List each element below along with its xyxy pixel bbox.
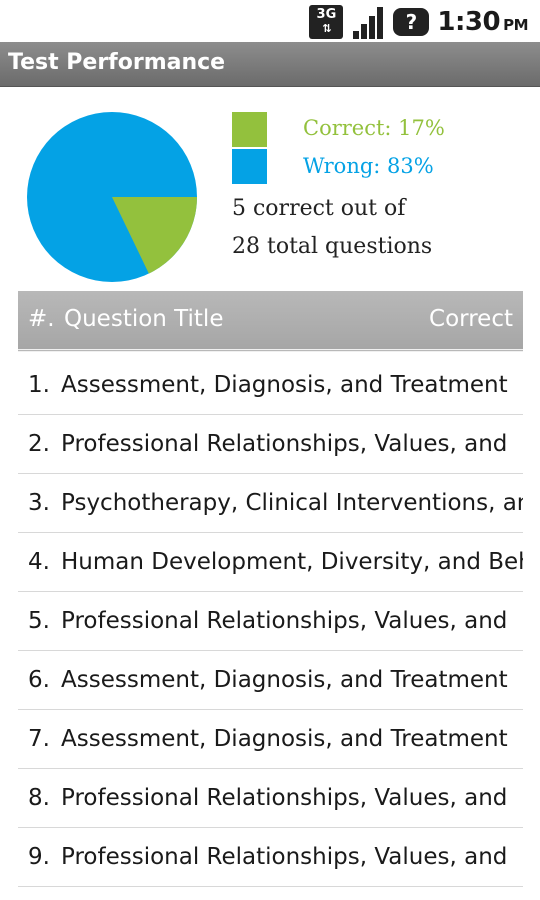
network-arrows: ⇅: [322, 22, 331, 35]
clock-time: 1:30: [437, 7, 501, 37]
question-title: Assessment, Diagnosis, and Treatment: [61, 667, 508, 693]
question-row[interactable]: 7. Assessment, Diagnosis, and Treatment: [18, 710, 523, 769]
question-title: Human Development, Diversity, and Behavi…: [61, 549, 523, 575]
question-title: Psychotherapy, Clinical Interventions, a…: [61, 490, 523, 516]
question-title: Assessment, Diagnosis, and Treatment: [61, 372, 508, 398]
question-title: Assessment, Diagnosis, and Treatment: [61, 726, 508, 752]
column-header-number: #.: [28, 306, 55, 332]
status-bar: 3G ⇅ ? 1:30 PM: [0, 0, 540, 42]
question-number: 3.: [28, 490, 50, 516]
legend-swatch-wrong: [232, 149, 267, 184]
legend-swatch-correct: [232, 112, 267, 147]
question-number: 9.: [28, 844, 50, 870]
question-row[interactable]: 5. Professional Relationships, Values, an…: [18, 592, 523, 651]
summary-total-questions: 28 total questions: [232, 234, 433, 259]
question-row[interactable]: 2. Professional Relationships, Values, an…: [18, 415, 523, 474]
question-title: Professional Relationships, Values, and: [61, 431, 508, 457]
page-title: Test Performance: [8, 50, 226, 75]
summary-correct-count: 5 correct out of: [232, 196, 406, 221]
help-icon: ?: [393, 8, 430, 36]
signal-strength-icon: [351, 5, 385, 39]
table-header: #. Question Title Correct: [18, 291, 523, 352]
question-number: 8.: [28, 785, 50, 811]
performance-pie-chart: [27, 112, 197, 282]
question-row[interactable]: 6. Assessment, Diagnosis, and Treatment: [18, 651, 523, 710]
question-number: 1.: [28, 372, 50, 398]
column-header-title: Question Title: [64, 306, 224, 332]
status-icons: 3G ⇅ ? 1:30 PM: [309, 4, 528, 40]
question-number: 2.: [28, 431, 50, 457]
question-row[interactable]: 8. Professional Relationships, Values, an…: [18, 769, 523, 828]
question-number: 5.: [28, 608, 50, 634]
question-title: Professional Relationships, Values, and: [61, 785, 508, 811]
question-title: Professional Relationships, Values, and: [61, 844, 508, 870]
clock-ampm: PM: [503, 16, 528, 34]
3g-data-icon: 3G ⇅: [309, 5, 344, 39]
column-header-correct: Correct: [429, 306, 513, 332]
question-title: Professional Relationships, Values, and: [61, 608, 508, 634]
question-number: 6.: [28, 667, 50, 693]
question-number: 7.: [28, 726, 50, 752]
title-bar: Test Performance: [0, 42, 540, 87]
question-row[interactable]: 1. Assessment, Diagnosis, and Treatment: [18, 356, 523, 415]
help-badge-text: ?: [405, 10, 418, 34]
question-row[interactable]: 3. Psychotherapy, Clinical Interventions,…: [18, 474, 523, 533]
question-row[interactable]: 9. Professional Relationships, Values, an…: [18, 828, 523, 887]
clock: 1:30 PM: [437, 7, 528, 37]
legend-label-correct: Correct: 17%: [303, 116, 445, 140]
question-list: 1. Assessment, Diagnosis, and Treatment 2…: [18, 356, 523, 887]
question-number: 4.: [28, 549, 50, 575]
question-row[interactable]: 4. Human Development, Diversity, and Beha…: [18, 533, 523, 592]
legend-label-wrong: Wrong: 83%: [303, 154, 434, 178]
network-badge-text: 3G: [316, 7, 337, 22]
